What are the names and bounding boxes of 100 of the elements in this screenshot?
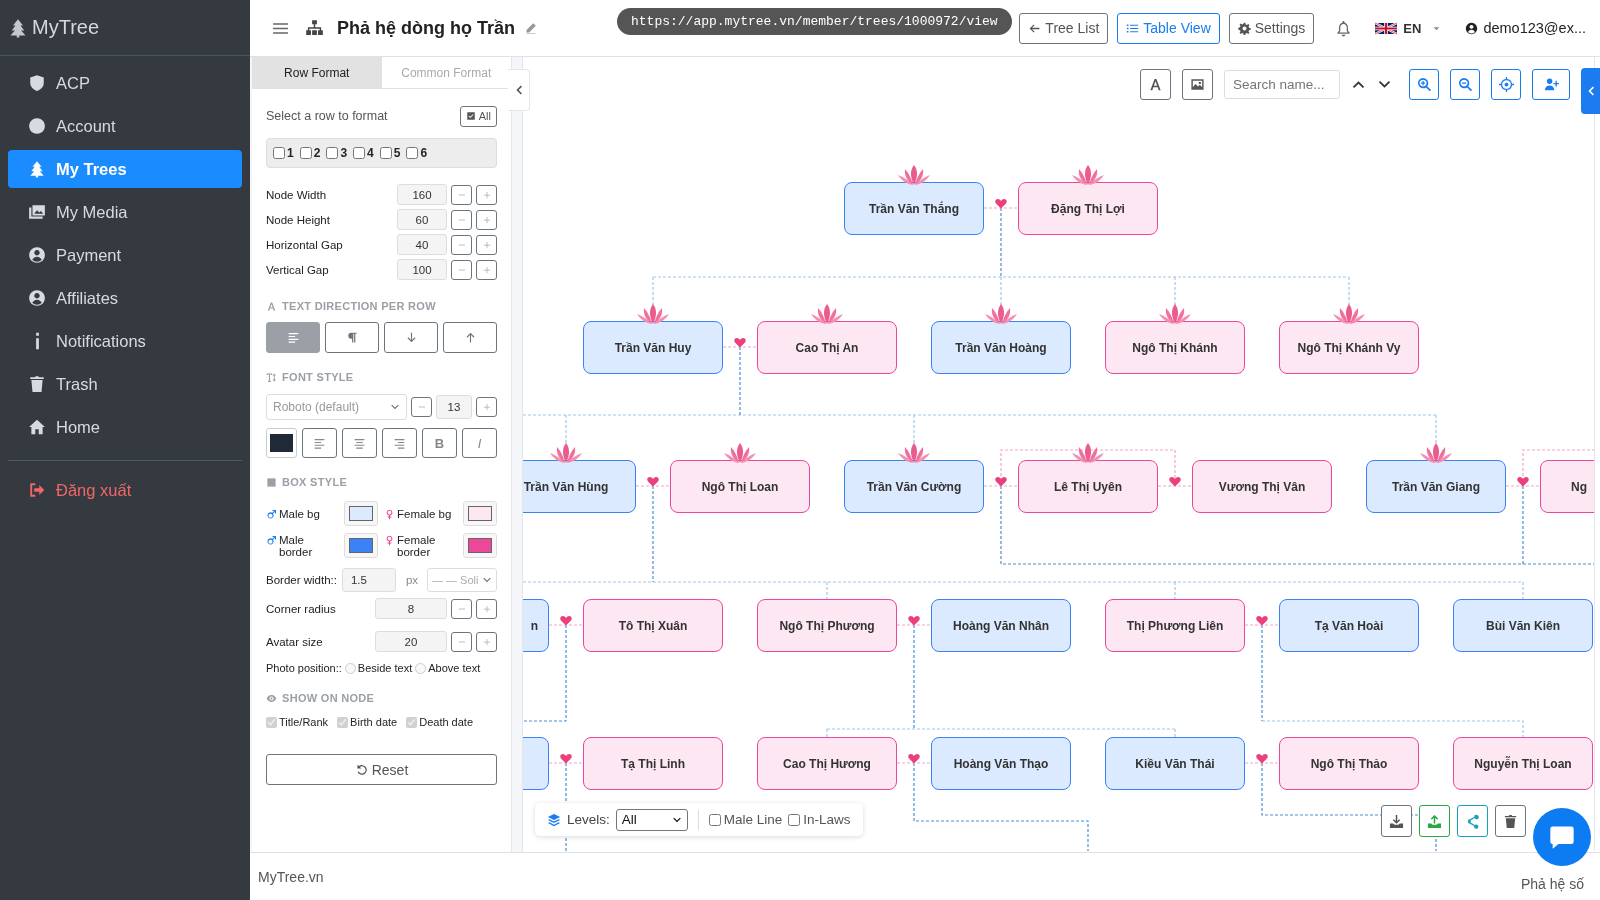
align-button[interactable]: [302, 428, 337, 458]
toolbar-button[interactable]: Tree List: [1019, 12, 1109, 44]
decrement-button[interactable]: [451, 184, 472, 205]
increment-button[interactable]: [476, 259, 497, 280]
person-node[interactable]: Cao Thị An: [757, 321, 897, 374]
person-node[interactable]: Ngô Thị Khánh: [1105, 321, 1245, 374]
reset-button[interactable]: Reset: [266, 754, 497, 785]
add-person-button[interactable]: [1532, 69, 1570, 100]
person-node[interactable]: Tạ Văn Hoài: [1279, 599, 1419, 652]
person-node[interactable]: Vương Thị Vân: [1192, 460, 1332, 513]
checkbox[interactable]: [299, 147, 312, 159]
person-node[interactable]: Trần Văn Huy: [583, 321, 723, 374]
decrement-button[interactable]: [451, 259, 472, 280]
download-button[interactable]: [1381, 805, 1412, 837]
number-field[interactable]: 60: [397, 209, 447, 230]
increment-button[interactable]: [476, 598, 497, 619]
sidebar-item[interactable]: Trash: [8, 365, 242, 403]
number-field[interactable]: 160: [397, 184, 447, 205]
person-node[interactable]: Trần Văn Cường: [844, 460, 984, 513]
align-button[interactable]: [342, 428, 377, 458]
delete-button[interactable]: [1495, 805, 1526, 837]
bold-button[interactable]: B: [422, 428, 457, 458]
direction-button[interactable]: [325, 322, 379, 353]
upload-button[interactable]: [1419, 805, 1450, 837]
font-size-field[interactable]: 13: [436, 395, 472, 419]
border-width-field[interactable]: 1.5: [341, 568, 396, 592]
checkbox[interactable]: [406, 147, 419, 159]
checkbox[interactable]: [379, 147, 392, 159]
person-node[interactable]: Hoàng Văn Nhân: [931, 599, 1071, 652]
color-picker[interactable]: [344, 533, 378, 558]
number-field[interactable]: 8: [375, 598, 447, 619]
decrement-button[interactable]: [451, 209, 472, 230]
color-picker[interactable]: [463, 501, 497, 526]
sidebar-item[interactable]: Account: [8, 107, 242, 145]
checkbox[interactable]: [708, 813, 721, 826]
expand-tab[interactable]: [1581, 68, 1600, 114]
increment-button[interactable]: [476, 631, 497, 652]
number-field[interactable]: 100: [397, 259, 447, 280]
user-menu[interactable]: demo123@ex...: [1465, 20, 1586, 36]
person-node[interactable]: Kiều Văn Thái: [1105, 737, 1245, 790]
logout-link[interactable]: Đăng xuất: [8, 471, 242, 509]
sidebar-item[interactable]: Home: [8, 408, 242, 446]
increment-button[interactable]: [476, 234, 497, 255]
person-node[interactable]: Tạ Thị Linh: [583, 737, 723, 790]
zoom-in-button[interactable]: [1409, 69, 1439, 100]
number-field[interactable]: 20: [375, 631, 447, 652]
panel-tab[interactable]: Row Format: [252, 57, 382, 88]
color-picker[interactable]: [463, 533, 497, 558]
center-button[interactable]: [1491, 69, 1521, 100]
color-picker[interactable]: [344, 501, 378, 526]
direction-button[interactable]: [443, 322, 497, 353]
person-node[interactable]: Cao Thị Hương: [757, 737, 897, 790]
person-node[interactable]: Nguyễn Thị Loan: [1453, 737, 1593, 790]
language-button[interactable]: EN: [1375, 20, 1443, 36]
search-field[interactable]: Search name...: [1224, 70, 1340, 99]
toolbar-button[interactable]: Table View: [1117, 12, 1220, 44]
person-node[interactable]: Đặng Thị Lợi: [1018, 182, 1158, 235]
zoom-out-button[interactable]: [1450, 69, 1480, 100]
italic-button[interactable]: I: [462, 428, 497, 458]
levels-select[interactable]: All: [615, 808, 688, 831]
sidebar-item[interactable]: Payment: [8, 236, 242, 274]
share-button[interactable]: [1457, 805, 1488, 837]
number-field[interactable]: 40: [397, 234, 447, 255]
person-node[interactable]: Ngô Thị Loan: [670, 460, 810, 513]
select-all-button[interactable]: All: [459, 105, 497, 127]
sidebar-item[interactable]: Notifications: [8, 322, 242, 360]
sidebar-item[interactable]: ACP: [8, 64, 242, 102]
increment-button[interactable]: [476, 184, 497, 205]
person-node[interactable]: Ngô Thị Khánh Vy: [1279, 321, 1419, 374]
person-node[interactable]: Thị Phương Liên: [1105, 599, 1245, 652]
decrement-button[interactable]: [451, 234, 472, 255]
toolbar-button[interactable]: Settings: [1228, 12, 1315, 44]
person-node[interactable]: n: [523, 599, 549, 652]
person-node[interactable]: Bùi Văn Kiên: [1453, 599, 1593, 652]
checkbox[interactable]: [353, 147, 366, 159]
direction-button[interactable]: [384, 322, 438, 353]
person-node[interactable]: Lê Thị Uyên: [1018, 460, 1158, 513]
decrement-button[interactable]: [451, 598, 472, 619]
decrement-button[interactable]: [411, 397, 432, 417]
text-button[interactable]: [1140, 69, 1171, 100]
increment-button[interactable]: [476, 209, 497, 230]
sidebar-item[interactable]: Affiliates: [8, 279, 242, 317]
align-button[interactable]: [382, 428, 417, 458]
text-color-button[interactable]: [266, 428, 297, 458]
checkbox[interactable]: [273, 147, 285, 159]
person-node[interactable]: Trần Văn Hùng: [523, 460, 636, 513]
person-node[interactable]: Trần Văn Giang: [1366, 460, 1506, 513]
person-node[interactable]: Hoàng Văn Thạo: [931, 737, 1071, 790]
person-node[interactable]: Trần Văn Thắng: [844, 182, 984, 235]
image-button[interactable]: [1182, 69, 1213, 100]
decrement-button[interactable]: [451, 631, 472, 652]
notifications-button[interactable]: [1335, 19, 1353, 37]
person-node[interactable]: Trần Văn Hoàng: [931, 321, 1071, 374]
person-node[interactable]: Ng: [1540, 460, 1594, 513]
checkbox[interactable]: [326, 147, 339, 159]
checkbox[interactable]: [788, 813, 801, 826]
person-node[interactable]: Tô Thị Xuân: [583, 599, 723, 652]
increment-button[interactable]: [476, 397, 497, 417]
person-node[interactable]: Ngô Thị Thảo: [1279, 737, 1419, 790]
sidebar-item[interactable]: My Media: [8, 193, 242, 231]
